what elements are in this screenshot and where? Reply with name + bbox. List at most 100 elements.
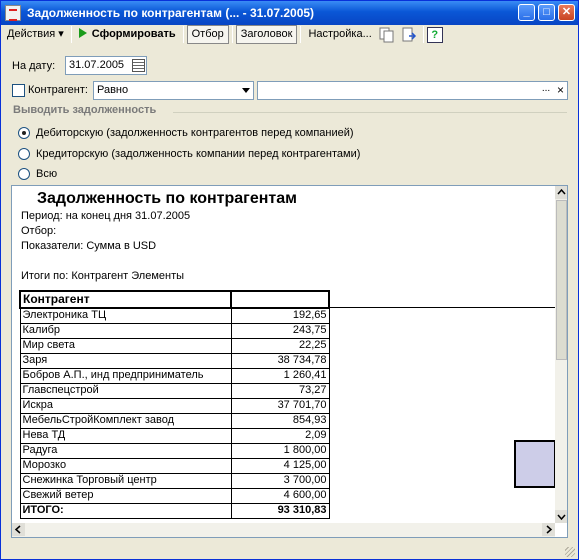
radio-all[interactable] bbox=[18, 168, 30, 180]
report-totals-by: Итоги по: Контрагент Элементы bbox=[21, 270, 185, 282]
date-value: 31.07.2005 bbox=[69, 59, 125, 71]
toolbar-separator bbox=[182, 26, 184, 43]
table-row: Калибр 243,75 bbox=[19, 322, 330, 339]
contractor-amount: 4 125,00 bbox=[230, 457, 330, 474]
play-icon bbox=[78, 28, 87, 38]
contractor-amount: 1 800,00 bbox=[230, 442, 330, 459]
status-bar bbox=[1, 542, 578, 559]
grid-line bbox=[328, 307, 555, 308]
radio-receivable-label[interactable]: Дебиторскую (задолженность контрагентов … bbox=[36, 127, 354, 139]
scroll-right-arrow[interactable] bbox=[542, 523, 555, 536]
contractor-amount: 37 701,70 bbox=[230, 397, 330, 414]
scroll-left-arrow[interactable] bbox=[12, 523, 25, 536]
contractor-checkbox[interactable] bbox=[12, 84, 25, 97]
contractor-amount: 192,65 bbox=[230, 307, 330, 324]
contractor-name: Калибр bbox=[19, 322, 232, 339]
report-filter: Отбор: bbox=[21, 225, 57, 237]
total-label: ИТОГО: bbox=[19, 502, 232, 519]
table-row: Морозко 4 125,00 bbox=[19, 457, 330, 474]
contractor-amount: 1 260,41 bbox=[230, 367, 330, 384]
contractor-amount: 38 734,78 bbox=[230, 352, 330, 369]
contractor-amount: 854,93 bbox=[230, 412, 330, 429]
dropdown-arrow-icon: ▾ bbox=[58, 28, 64, 40]
contractor-name: Искра bbox=[19, 397, 232, 414]
chevron-down-icon[interactable] bbox=[239, 82, 253, 99]
contractor-amount: 2,09 bbox=[230, 427, 330, 444]
maximize-button[interactable]: □ bbox=[538, 4, 555, 21]
generate-button[interactable]: Сформировать bbox=[75, 25, 180, 44]
contractor-name: Электроника ТЦ bbox=[19, 307, 232, 324]
resize-grip-icon[interactable] bbox=[565, 547, 575, 557]
table-row: Снежинка Торговый центр 3 700,00 bbox=[19, 472, 330, 489]
table-row: Главспецстрой 73,27 bbox=[19, 382, 330, 399]
scroll-down-arrow[interactable] bbox=[555, 510, 567, 523]
contractor-name: Бобров А.П., инд предприниматель bbox=[19, 367, 232, 384]
calendar-icon[interactable] bbox=[132, 59, 145, 72]
scroll-up-arrow[interactable] bbox=[555, 186, 567, 199]
vertical-scrollbar[interactable] bbox=[555, 186, 567, 523]
header-button[interactable]: Заголовок bbox=[235, 25, 298, 44]
report-period: Период: на конец дня 31.07.2005 bbox=[21, 210, 191, 222]
contractor-value-field[interactable] bbox=[257, 81, 568, 100]
table-header-row: Контрагент bbox=[19, 290, 330, 309]
app-icon bbox=[5, 5, 21, 21]
close-button[interactable]: ✕ bbox=[558, 4, 575, 21]
radio-payable[interactable] bbox=[18, 148, 30, 160]
actions-menu[interactable]: Действия ▾ bbox=[3, 25, 68, 44]
group-divider bbox=[173, 112, 567, 113]
contractor-name: Заря bbox=[19, 352, 232, 369]
window-title: Задолженность по контрагентам (... - 31.… bbox=[27, 6, 315, 20]
column-header-value bbox=[230, 290, 330, 309]
table-row: Электроника ТЦ 192,65 bbox=[19, 307, 330, 324]
contractor-label: Контрагент: bbox=[28, 84, 88, 96]
minimize-button[interactable]: _ bbox=[518, 4, 535, 21]
contractor-name: Мир света bbox=[19, 337, 232, 354]
report-title: Задолженность по контрагентам bbox=[37, 190, 297, 207]
radio-payable-label[interactable]: Кредиторскую (задолженность компании пер… bbox=[36, 148, 360, 160]
settings-button[interactable]: Настройка... bbox=[304, 25, 375, 44]
ellipsis-button[interactable]: ... bbox=[539, 82, 553, 99]
scroll-thumb[interactable] bbox=[556, 200, 567, 360]
report-area[interactable]: Задолженность по контрагентам Период: на… bbox=[11, 185, 568, 538]
table-row: Мир света 22,25 bbox=[19, 337, 330, 354]
report-window: Задолженность по контрагентам (... - 31.… bbox=[0, 0, 579, 560]
filter-button[interactable]: Отбор bbox=[186, 25, 229, 44]
contractor-condition-select[interactable]: Равно bbox=[93, 81, 254, 100]
debt-group-title: Выводить задолженность bbox=[13, 104, 157, 116]
column-header-contractor: Контрагент bbox=[19, 290, 232, 309]
contractor-amount: 243,75 bbox=[230, 322, 330, 339]
export-icon[interactable] bbox=[400, 26, 418, 44]
title-bar[interactable]: Задолженность по контрагентам (... - 31.… bbox=[1, 1, 578, 25]
table-row: Радуга 1 800,00 bbox=[19, 442, 330, 459]
contractor-name: Главспецстрой bbox=[19, 382, 232, 399]
date-label: На дату: bbox=[12, 60, 56, 72]
actions-label: Действия bbox=[7, 28, 56, 40]
contractor-amount: 22,25 bbox=[230, 337, 330, 354]
table-row: Свежий ветер 4 600,00 bbox=[19, 487, 330, 504]
contractor-name: Морозко bbox=[19, 457, 232, 474]
radio-receivable[interactable] bbox=[18, 127, 30, 139]
toolbar-separator bbox=[300, 26, 302, 43]
contractor-amount: 3 700,00 bbox=[230, 472, 330, 489]
horizontal-scrollbar[interactable] bbox=[12, 523, 555, 537]
table-row: МебельСтройКомплект завод 854,93 bbox=[19, 412, 330, 429]
table-row: Бобров А.П., инд предприниматель 1 260,41 bbox=[19, 367, 330, 384]
toolbar-separator bbox=[70, 26, 72, 43]
table-row: Искра 37 701,70 bbox=[19, 397, 330, 414]
copy-icon[interactable] bbox=[378, 26, 396, 44]
clear-button[interactable]: × bbox=[554, 82, 567, 99]
table-row: Нева ТД 2,09 bbox=[19, 427, 330, 444]
contractor-name: МебельСтройКомплект завод bbox=[19, 412, 232, 429]
contractor-name: Радуга bbox=[19, 442, 232, 459]
total-amount: 93 310,83 bbox=[230, 502, 330, 519]
help-icon[interactable]: ? bbox=[426, 26, 443, 43]
contractor-amount: 73,27 bbox=[230, 382, 330, 399]
toolbar: Действия ▾ Сформировать Отбор Заголовок … bbox=[3, 24, 576, 45]
generate-label: Сформировать bbox=[91, 28, 176, 40]
contractor-name: Снежинка Торговый центр bbox=[19, 472, 232, 489]
radio-all-label[interactable]: Всю bbox=[36, 168, 57, 180]
contractor-amount: 4 600,00 bbox=[230, 487, 330, 504]
toolbar-separator bbox=[422, 26, 424, 43]
report-indicators: Показатели: Сумма в USD bbox=[21, 240, 157, 252]
toolbar-separator bbox=[231, 26, 233, 43]
